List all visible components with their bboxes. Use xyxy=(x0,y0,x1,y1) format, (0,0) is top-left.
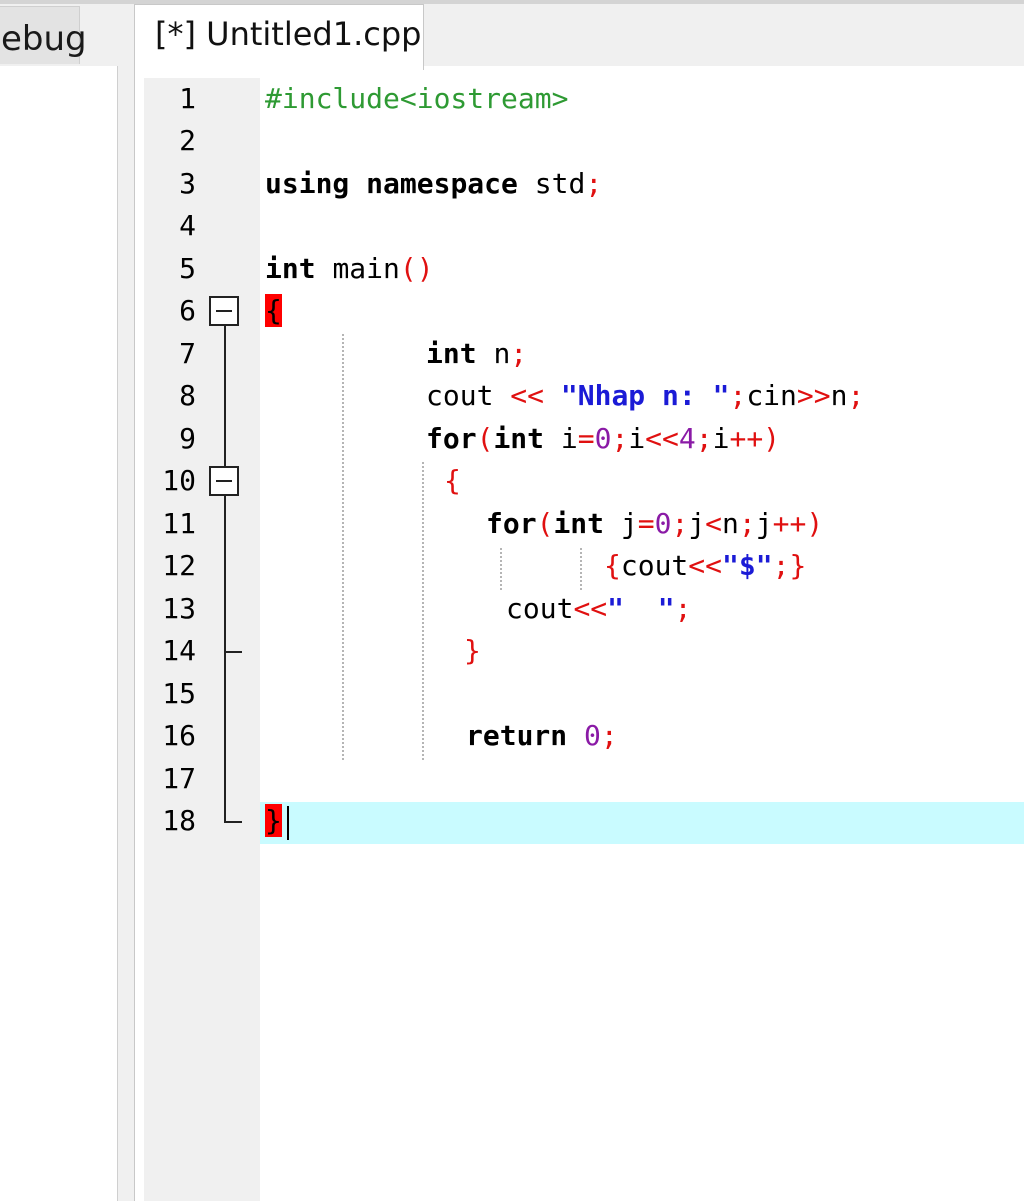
code-line-7[interactable]: int n; xyxy=(426,333,527,375)
code-line-5[interactable]: int main() xyxy=(265,248,434,290)
keyword: int xyxy=(426,337,477,370)
identifier: i xyxy=(712,422,730,455)
code-line-6[interactable]: { xyxy=(265,290,282,332)
code-line-13[interactable]: cout<<" "; xyxy=(506,588,691,630)
indent-guide xyxy=(342,334,344,760)
string-literal: "$" xyxy=(722,549,773,582)
tab-debug[interactable]: ebug xyxy=(0,6,87,64)
identifier: n xyxy=(493,337,511,370)
identifier: cin xyxy=(746,379,797,412)
keyword: using xyxy=(265,167,350,200)
left-panel xyxy=(0,66,118,1201)
identifier: i xyxy=(628,422,646,455)
identifier: cout xyxy=(620,549,689,582)
tab-debug-label: ebug xyxy=(1,19,87,59)
code-line-9[interactable]: for(int i=0;i<<4;i++) xyxy=(426,418,780,460)
code-line-8[interactable]: cout << "Nhap n: ";cin>>n; xyxy=(426,375,864,417)
fold-collapse-icon[interactable] xyxy=(209,466,239,496)
indent-guide xyxy=(500,548,502,590)
code-line-11[interactable]: for(int j=0;j<n;j++) xyxy=(486,503,823,545)
line-number: 11 xyxy=(162,507,196,540)
identifier: main xyxy=(332,252,400,285)
tab-untitled1-cpp-label: [*] Untitled1.cpp xyxy=(155,15,422,53)
keyword: for xyxy=(486,507,537,540)
indent-guide xyxy=(580,548,582,590)
line-number: 9 xyxy=(179,422,196,455)
code-line-14[interactable]: } xyxy=(464,630,481,672)
keyword: int xyxy=(553,507,605,540)
identifier: n xyxy=(830,379,848,412)
line-number: 1 xyxy=(179,82,196,115)
fold-collapse-icon[interactable] xyxy=(209,296,239,326)
keyword: namespace xyxy=(366,167,518,200)
fold-end-tick xyxy=(224,651,242,653)
code-line-16[interactable]: return 0; xyxy=(466,715,618,757)
keyword: return xyxy=(466,719,568,752)
line-number: 18 xyxy=(162,804,196,837)
string-literal: "Nhap n: " xyxy=(560,379,730,412)
text-caret xyxy=(287,806,289,840)
line-number: 14 xyxy=(162,634,196,667)
indent-guide xyxy=(422,462,424,760)
number-literal: 0 xyxy=(654,507,672,540)
line-number: 3 xyxy=(179,167,196,200)
code-line-3[interactable]: using namespace std; xyxy=(265,163,602,205)
matched-brace: { xyxy=(265,294,282,327)
keyword: int xyxy=(493,422,545,455)
line-number: 7 xyxy=(179,337,196,370)
line-number: 17 xyxy=(162,762,196,795)
line-number: 12 xyxy=(162,549,196,582)
identifier: cout xyxy=(506,592,574,625)
line-number: 16 xyxy=(162,719,196,752)
line-number: 5 xyxy=(179,252,196,285)
tab-untitled1-cpp[interactable]: [*] Untitled1.cpp xyxy=(134,4,424,70)
line-number: 6 xyxy=(179,294,196,327)
identifier: i xyxy=(560,422,578,455)
number-literal: 4 xyxy=(678,422,696,455)
number-literal: 0 xyxy=(584,719,601,752)
current-line-highlight xyxy=(260,802,1024,844)
line-number: 4 xyxy=(179,209,196,242)
preprocessor-directive: #include<iostream> xyxy=(265,82,569,115)
code-line-12[interactable]: {cout<<"$";} xyxy=(604,545,806,587)
identifier: cout xyxy=(426,379,494,412)
keyword: for xyxy=(426,422,477,455)
fold-end-tick xyxy=(224,821,242,823)
identifier: j xyxy=(755,507,773,540)
line-number: 8 xyxy=(179,379,196,412)
code-line-10[interactable]: { xyxy=(444,460,461,502)
identifier: j xyxy=(620,507,638,540)
identifier: std xyxy=(534,167,586,200)
matched-brace: } xyxy=(265,804,282,837)
line-number: 2 xyxy=(179,124,196,157)
line-number: 15 xyxy=(162,677,196,710)
keyword: int xyxy=(265,252,316,285)
code-line-1[interactable]: #include<iostream> xyxy=(265,78,568,120)
string-literal: " " xyxy=(607,592,675,625)
line-number: 10 xyxy=(162,464,196,497)
fold-line xyxy=(224,326,226,822)
code-line-18[interactable]: } xyxy=(265,800,282,842)
code-area[interactable] xyxy=(260,78,1024,1201)
identifier: j xyxy=(688,507,706,540)
identifier: n xyxy=(722,507,739,540)
line-number: 13 xyxy=(162,592,196,625)
number-literal: 0 xyxy=(594,422,612,455)
